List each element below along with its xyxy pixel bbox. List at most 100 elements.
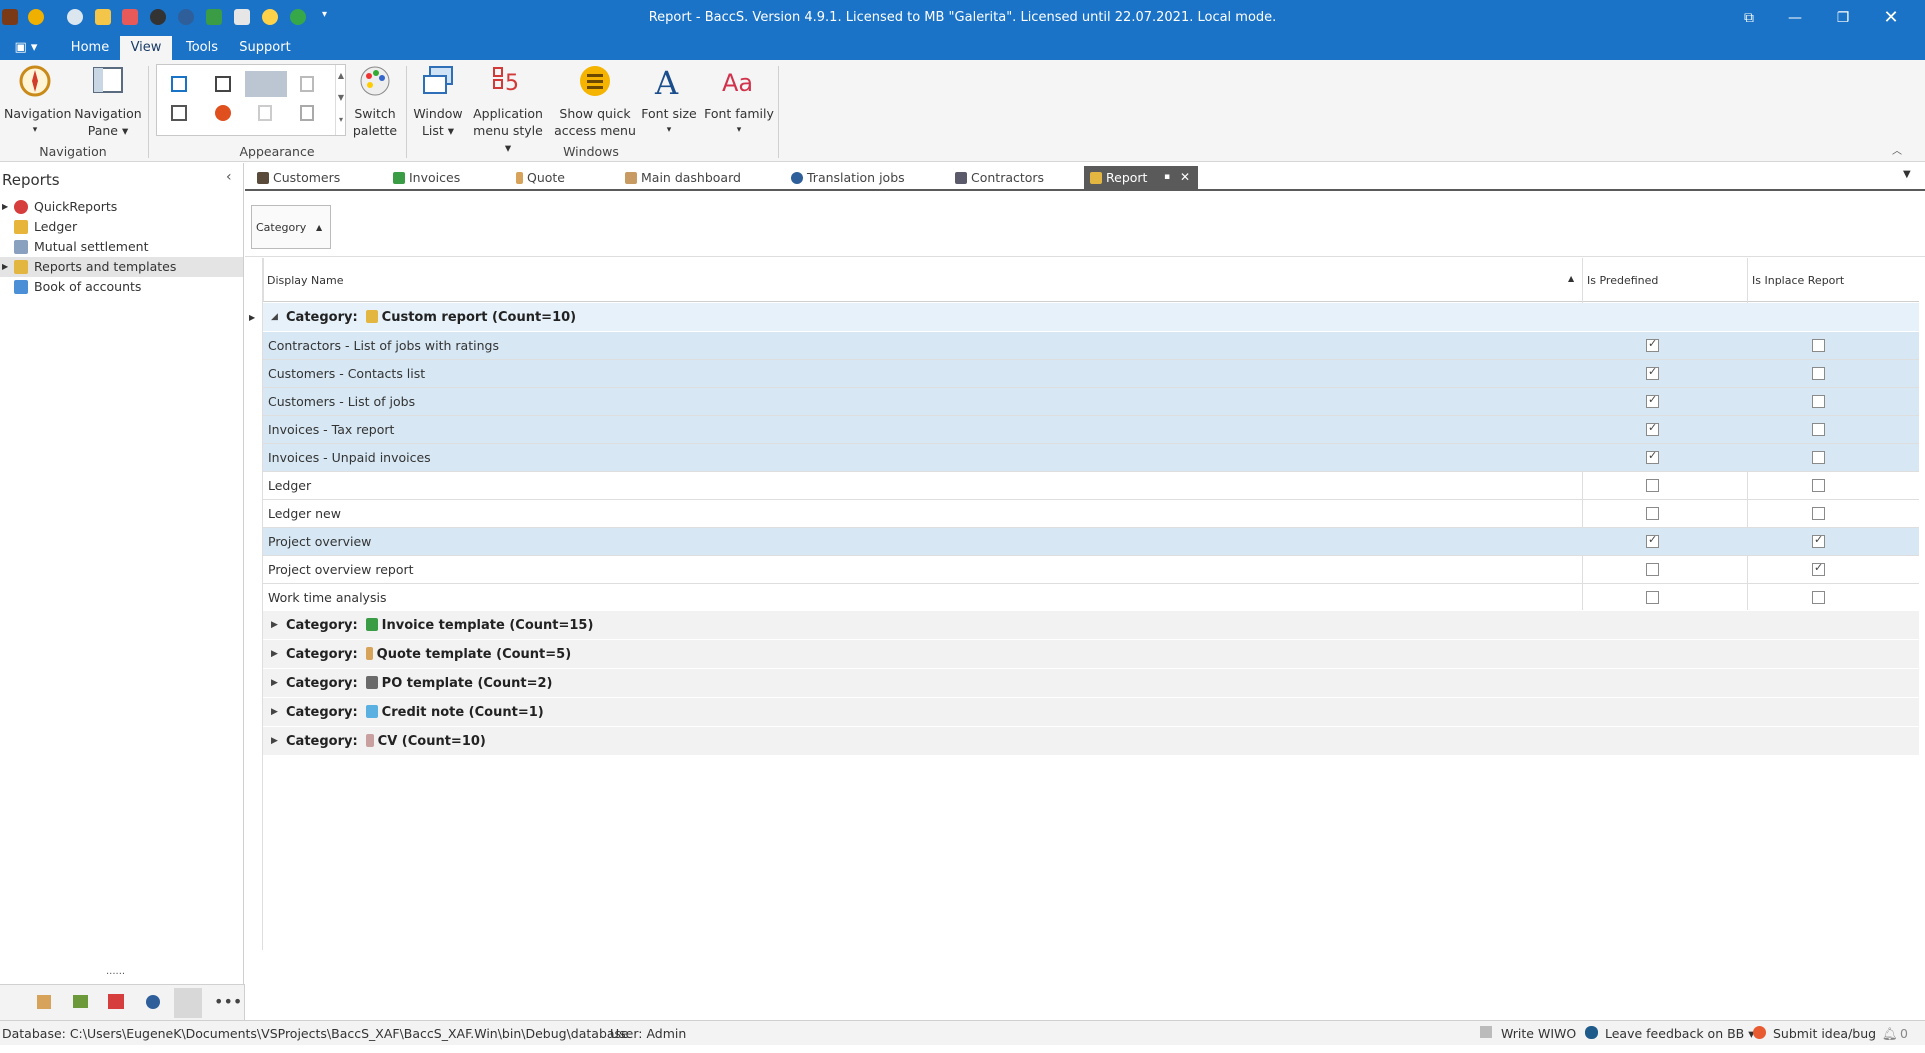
tab-invoices[interactable]: Invoices xyxy=(393,166,460,189)
maximize-icon[interactable]: ❐ xyxy=(1826,6,1860,30)
skin-1-icon[interactable] xyxy=(171,76,187,92)
table-row[interactable]: Invoices - Tax report xyxy=(263,416,1919,444)
column-header-is-predefined[interactable]: Is Predefined xyxy=(1587,274,1658,287)
close-icon[interactable]: ✕ xyxy=(1874,6,1908,30)
table-row[interactable]: Invoices - Unpaid invoices xyxy=(263,444,1919,472)
is-predefined-checkbox[interactable] xyxy=(1646,563,1659,576)
skin-3-icon[interactable] xyxy=(245,71,287,97)
skin-5-icon[interactable] xyxy=(171,105,187,121)
close-tab-icon[interactable]: ✕ xyxy=(1180,166,1190,189)
tab-tools[interactable]: Tools xyxy=(178,36,226,60)
expand-arrow-icon[interactable]: ▶ xyxy=(2,197,8,217)
expand-group-icon[interactable]: ▶ xyxy=(271,611,278,640)
is-predefined-checkbox[interactable] xyxy=(1646,449,1659,464)
is-predefined-checkbox[interactable] xyxy=(1646,533,1659,548)
tab-home[interactable]: Home xyxy=(65,36,115,60)
is-inplace-report-checkbox[interactable] xyxy=(1812,533,1825,548)
is-predefined-checkbox[interactable] xyxy=(1646,479,1659,492)
is-predefined-checkbox[interactable] xyxy=(1646,591,1659,604)
is-predefined-checkbox[interactable] xyxy=(1646,365,1659,380)
table-row[interactable]: Project overview xyxy=(263,528,1919,556)
reports-nav-icon[interactable] xyxy=(73,995,88,1008)
report-nav-icon[interactable] xyxy=(174,988,202,1018)
sidebar-item-book-of-accounts[interactable]: Book of accounts xyxy=(0,277,243,297)
table-row[interactable]: Contractors - List of jobs with ratings xyxy=(263,332,1919,360)
is-inplace-report-checkbox[interactable] xyxy=(1812,561,1825,576)
sidebar-item-mutual-settlement[interactable]: Mutual settlement xyxy=(0,237,243,257)
expand-group-icon[interactable]: ▶ xyxy=(271,727,278,756)
expand-group-icon[interactable]: ▶ xyxy=(271,698,278,727)
translation-nav-icon[interactable] xyxy=(146,995,160,1009)
notification-bell-icon[interactable]: 🔔︎ xyxy=(1882,1026,1898,1042)
tab-main-dashboard[interactable]: Main dashboard xyxy=(625,166,741,189)
skin-6-icon[interactable] xyxy=(215,105,231,121)
tab-translation-jobs[interactable]: Translation jobs xyxy=(791,166,905,189)
collapse-ribbon-icon[interactable]: ︿ xyxy=(1892,142,1902,157)
application-menu-style-button[interactable]: 5 Application menu style ▾ xyxy=(470,64,546,156)
more-options-icon[interactable]: ••• xyxy=(214,992,242,1011)
tab-quote[interactable]: Quote xyxy=(516,166,565,189)
group-row-po-template[interactable]: ▶ Category: PO template (Count=2) xyxy=(263,669,1919,698)
is-inplace-report-checkbox[interactable] xyxy=(1812,451,1825,464)
skin-4-icon[interactable] xyxy=(300,76,314,92)
skin-gallery[interactable]: ▲ ▼ ▾ xyxy=(156,64,346,136)
expand-group-icon[interactable]: ▶ xyxy=(271,669,278,698)
navigation-pane-button[interactable]: Navigation Pane ▾ xyxy=(74,64,142,139)
home-nav-icon[interactable] xyxy=(108,994,124,1009)
skin-7-icon[interactable] xyxy=(258,105,272,121)
pane-resize-grip[interactable]: ...... xyxy=(106,966,125,977)
font-size-button[interactable]: A Font size ▾ xyxy=(640,64,698,139)
sidebar-item-reports-and-templates[interactable]: ▶ Reports and templates xyxy=(0,257,243,277)
switch-palette-button[interactable]: Switch palette xyxy=(348,64,402,139)
group-row-cv[interactable]: ▶ Category: CV (Count=10) xyxy=(263,727,1919,756)
is-predefined-checkbox[interactable] xyxy=(1646,393,1659,408)
window-list-button[interactable]: Window List ▾ xyxy=(410,64,466,139)
ledger-nav-icon[interactable] xyxy=(37,995,51,1009)
is-inplace-report-checkbox[interactable] xyxy=(1812,423,1825,436)
is-inplace-report-checkbox[interactable] xyxy=(1812,395,1825,408)
table-row[interactable]: Customers - List of jobs xyxy=(263,388,1919,416)
expand-arrow-icon[interactable]: ▶ xyxy=(2,257,8,277)
group-row-credit-note[interactable]: ▶ Category: Credit note (Count=1) xyxy=(263,698,1919,727)
gallery-scroll[interactable]: ▲ ▼ ▾ xyxy=(335,65,346,135)
is-predefined-checkbox[interactable] xyxy=(1646,421,1659,436)
table-row[interactable]: Work time analysis xyxy=(263,584,1919,612)
group-row-custom-report[interactable]: ◢ Category: Custom report (Count=10) xyxy=(263,303,1919,332)
collapse-group-icon[interactable]: ◢ xyxy=(271,303,278,332)
group-row-quote-template[interactable]: ▶ Category: Quote template (Count=5) xyxy=(263,640,1919,669)
is-inplace-report-checkbox[interactable] xyxy=(1812,367,1825,380)
tab-list-dropdown-icon[interactable]: ▼ xyxy=(1903,169,1911,180)
app-menu-button[interactable]: ▣ ▾ xyxy=(10,36,42,60)
tab-view[interactable]: View xyxy=(120,36,172,60)
is-inplace-report-checkbox[interactable] xyxy=(1812,591,1825,604)
is-predefined-checkbox[interactable] xyxy=(1646,337,1659,352)
sidebar-item-ledger[interactable]: Ledger xyxy=(0,217,243,237)
is-inplace-report-checkbox[interactable] xyxy=(1812,339,1825,352)
is-predefined-checkbox[interactable] xyxy=(1646,507,1659,520)
skin-8-icon[interactable] xyxy=(300,105,314,121)
expand-group-icon[interactable]: ▶ xyxy=(271,640,278,669)
leave-feedback-button[interactable]: Leave feedback on BB ▾ xyxy=(1605,1026,1755,1041)
group-row-invoice-template[interactable]: ▶ Category: Invoice template (Count=15) xyxy=(263,611,1919,640)
pin-icon[interactable]: ▪ xyxy=(1164,166,1170,189)
column-header-is-inplace-report[interactable]: Is Inplace Report xyxy=(1752,274,1844,287)
collapse-pane-icon[interactable]: ‹ xyxy=(226,169,232,185)
navigation-button[interactable]: Navigation ▾ xyxy=(4,64,71,139)
skin-2-icon[interactable] xyxy=(215,76,231,92)
write-wiwo-button[interactable]: Write WIWO xyxy=(1501,1026,1576,1041)
font-family-button[interactable]: Aa Font family ▾ xyxy=(704,64,774,139)
group-by-category-chip[interactable]: Category ▲ xyxy=(251,205,331,249)
tab-report[interactable]: Report ▪ ✕ xyxy=(1084,166,1198,189)
restore-layout-icon[interactable]: ⧉ xyxy=(1732,6,1766,30)
column-header-display-name[interactable]: Display Name xyxy=(267,274,344,287)
show-quick-access-button[interactable]: Show quick access menu xyxy=(554,64,636,139)
table-row[interactable]: Project overview report xyxy=(263,556,1919,584)
minimize-icon[interactable]: — xyxy=(1778,6,1812,30)
is-inplace-report-checkbox[interactable] xyxy=(1812,507,1825,520)
tab-contractors[interactable]: Contractors xyxy=(955,166,1044,189)
table-row[interactable]: Customers - Contacts list xyxy=(263,360,1919,388)
table-row[interactable]: Ledger new xyxy=(263,500,1919,528)
tab-support[interactable]: Support xyxy=(236,36,294,60)
sidebar-item-quickreports[interactable]: ▶ QuickReports xyxy=(0,197,243,217)
submit-idea-button[interactable]: Submit idea/bug xyxy=(1773,1026,1876,1041)
